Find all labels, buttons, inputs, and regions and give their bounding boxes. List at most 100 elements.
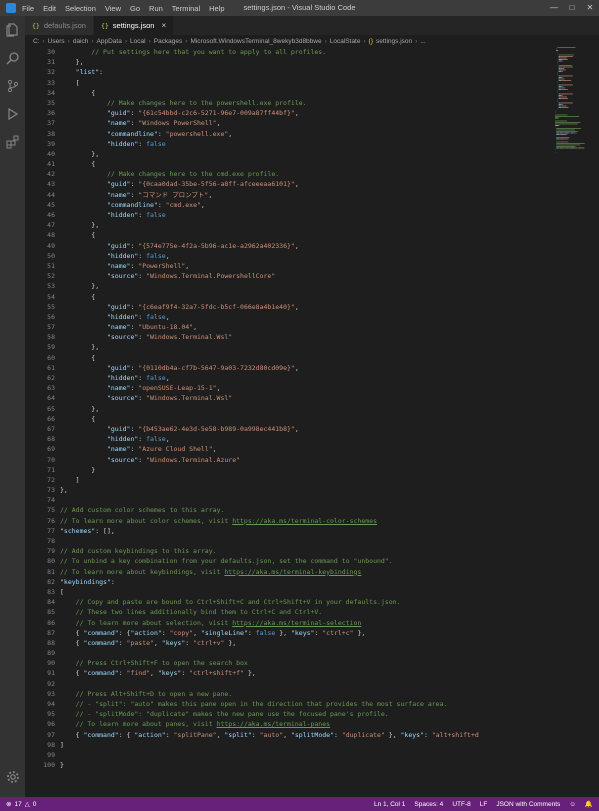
breadcrumb-item[interactable]: Users: [48, 38, 65, 45]
code-line[interactable]: "commandline": "cmd.exe",: [60, 200, 545, 210]
indentation[interactable]: Spaces: 4: [414, 801, 443, 808]
code-line[interactable]: {: [60, 292, 545, 302]
code-line[interactable]: "hidden": false: [60, 210, 545, 220]
code-line[interactable]: },: [60, 281, 545, 291]
code-line[interactable]: // To learn more about panes, visit http…: [60, 719, 545, 729]
code-line[interactable]: "guid": "{b453ae62-4e3d-5e58-b989-0a998e…: [60, 424, 545, 434]
code-line[interactable]: // Press Ctrl+Shift+F to open the search…: [60, 658, 545, 668]
code-line[interactable]: { "command": "paste", "keys": "ctrl+v" }…: [60, 638, 545, 648]
code-line[interactable]: // Add custom keybindings to this array.: [60, 546, 545, 556]
language-mode[interactable]: JSON with Comments: [496, 801, 560, 808]
code-line[interactable]: "hidden": false,: [60, 312, 545, 322]
code-line[interactable]: "source": "Windows.Terminal.PowershellCo…: [60, 271, 545, 281]
code-line[interactable]: {: [60, 159, 545, 169]
menu-item-go[interactable]: Go: [130, 4, 140, 13]
code-line[interactable]: { "command": {"action": "copy", "singleL…: [60, 628, 545, 638]
code-line[interactable]: "list":: [60, 67, 545, 77]
tab-close-icon[interactable]: ×: [161, 21, 166, 30]
code-line[interactable]: {: [60, 353, 545, 363]
code-line[interactable]: // To learn more about selection, visit …: [60, 618, 545, 628]
code-line[interactable]: ]: [60, 740, 545, 750]
breadcrumb-item[interactable]: Microsoft.WindowsTerminal_8wekyb3d8bbwe: [190, 38, 321, 45]
code-line[interactable]: "hidden": false: [60, 139, 545, 149]
menu-item-terminal[interactable]: Terminal: [172, 4, 200, 13]
code-line[interactable]: { "command": "find", "keys": "ctrl+shift…: [60, 668, 545, 678]
restore-icon[interactable]: □: [563, 0, 581, 16]
code-line[interactable]: "schemes": [],: [60, 526, 545, 536]
encoding[interactable]: UTF-8: [452, 801, 470, 808]
search-icon[interactable]: [0, 44, 25, 72]
problems-indicator[interactable]: ⊗ 17 △ 0: [0, 800, 36, 809]
code-line[interactable]: "name": "PowerShell",: [60, 261, 545, 271]
code-line[interactable]: },: [60, 404, 545, 414]
breadcrumb-item[interactable]: C:: [33, 38, 40, 45]
code-line[interactable]: [: [60, 587, 545, 597]
bell-icon[interactable]: 🔔: [585, 800, 593, 808]
code-line[interactable]: },: [60, 485, 545, 495]
code-line[interactable]: "keybindings":: [60, 577, 545, 587]
code-line[interactable]: "guid": "{0110db4a-cf7b-5647-9a03-7232d8…: [60, 363, 545, 373]
settings-gear-icon[interactable]: [0, 763, 25, 791]
code-line[interactable]: // Put settings here that you want to ap…: [60, 47, 545, 57]
source-control-icon[interactable]: [0, 72, 25, 100]
code-line[interactable]: // To unbind a key combination from your…: [60, 556, 545, 566]
cursor-position[interactable]: Ln 1, Col 1: [374, 801, 405, 808]
tab-defaults-json[interactable]: {} defaults.json: [25, 16, 94, 35]
code-line[interactable]: ]: [60, 475, 545, 485]
code-line[interactable]: [60, 495, 545, 505]
code-line[interactable]: "guid": "{0caa0dad-35be-5f56-a8ff-afceee…: [60, 179, 545, 189]
breadcrumb-item[interactable]: AppData: [97, 38, 122, 45]
code-line[interactable]: "guid": "{c6eaf9f4-32a7-5fdc-b5cf-066e8a…: [60, 302, 545, 312]
code-line[interactable]: // Make changes here to the powershell.e…: [60, 98, 545, 108]
code-line[interactable]: [60, 679, 545, 689]
code-line[interactable]: },: [60, 149, 545, 159]
breadcrumb-item[interactable]: LocalState: [330, 38, 361, 45]
end-of-line[interactable]: LF: [480, 801, 488, 808]
code-line[interactable]: // Make changes here to the cmd.exe prof…: [60, 169, 545, 179]
code-line[interactable]: // Copy and paste are bound to Ctrl+Shif…: [60, 597, 545, 607]
feedback-icon[interactable]: ☺: [569, 801, 576, 808]
code-line[interactable]: {: [60, 414, 545, 424]
code-line[interactable]: // Press Alt+Shift+D to open a new pane.: [60, 689, 545, 699]
menu-item-file[interactable]: File: [22, 4, 34, 13]
code-line[interactable]: // Add custom color schemes to this arra…: [60, 505, 545, 515]
menu-item-help[interactable]: Help: [209, 4, 224, 13]
code-line[interactable]: "name": "Windows PowerShell",: [60, 118, 545, 128]
code-line[interactable]: {: [60, 88, 545, 98]
breadcrumb-item[interactable]: settings.json: [376, 38, 412, 45]
code-line[interactable]: // To learn more about color schemes, vi…: [60, 516, 545, 526]
code-line[interactable]: "name": "Ubuntu-18.04",: [60, 322, 545, 332]
tab-settings-json[interactable]: {} settings.json ×: [93, 16, 175, 35]
code-line[interactable]: "hidden": false,: [60, 251, 545, 261]
run-debug-icon[interactable]: [0, 100, 25, 128]
code-line[interactable]: "hidden": false,: [60, 373, 545, 383]
code-line[interactable]: "guid": "{61c54bbd-c2c6-5271-96e7-009a87…: [60, 108, 545, 118]
code-line[interactable]: }: [60, 465, 545, 475]
code-line[interactable]: [60, 648, 545, 658]
code-line[interactable]: "guid": "{574e775e-4f2a-5b96-ac1e-a2962a…: [60, 241, 545, 251]
code-line[interactable]: },: [60, 57, 545, 67]
code-line[interactable]: "name": "openSUSE-Leap-15-1",: [60, 383, 545, 393]
code-line[interactable]: "hidden": false,: [60, 434, 545, 444]
breadcrumb-item[interactable]: Packages: [154, 38, 183, 45]
code-line[interactable]: }: [60, 760, 545, 770]
code-line[interactable]: },: [60, 220, 545, 230]
code-line[interactable]: {: [60, 230, 545, 240]
code-line[interactable]: [60, 750, 545, 760]
minimize-icon[interactable]: —: [545, 0, 563, 16]
minimap[interactable]: [555, 47, 599, 167]
code-line[interactable]: // - "split": "auto" makes this pane ope…: [60, 699, 545, 709]
code-line[interactable]: "name": "Azure Cloud Shell",: [60, 444, 545, 454]
explorer-icon[interactable]: [0, 16, 25, 44]
code-area[interactable]: // Put settings here that you want to ap…: [60, 47, 545, 770]
code-line[interactable]: // These two lines additionally bind the…: [60, 607, 545, 617]
code-line[interactable]: "source": "Windows.Terminal.Azure": [60, 455, 545, 465]
extensions-icon[interactable]: [0, 128, 25, 156]
menu-item-run[interactable]: Run: [149, 4, 163, 13]
code-line[interactable]: [60, 536, 545, 546]
code-line[interactable]: "commandline": "powershell.exe",: [60, 129, 545, 139]
code-line[interactable]: "source": "Windows.Terminal.Wsl": [60, 332, 545, 342]
breadcrumb-item[interactable]: daich: [73, 38, 89, 45]
code-line[interactable]: },: [60, 342, 545, 352]
code-line[interactable]: "name": "コマンド プロンプト",: [60, 190, 545, 200]
